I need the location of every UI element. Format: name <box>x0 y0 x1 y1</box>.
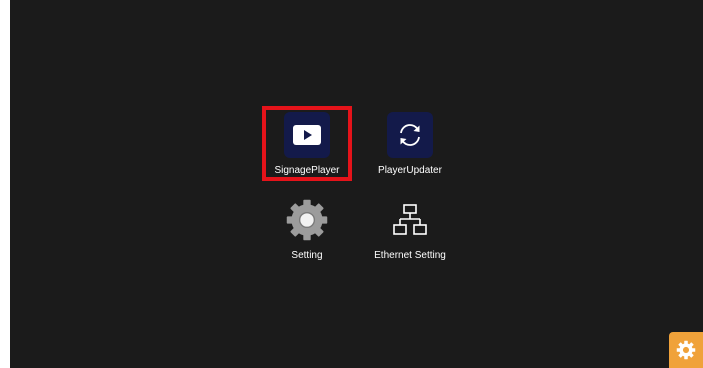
app-label: Ethernet Setting <box>374 250 446 261</box>
signage-player-app-icon <box>284 112 330 158</box>
app-ethernet-setting[interactable]: Ethernet Setting <box>360 197 460 262</box>
settings-fab-button[interactable] <box>669 332 703 368</box>
play-icon <box>293 125 321 145</box>
app-setting[interactable]: Setting <box>257 197 357 262</box>
refresh-icon <box>400 124 420 146</box>
ethernet-setting-app-icon <box>387 197 433 243</box>
player-updater-app-icon <box>387 112 433 158</box>
setting-app-icon <box>284 197 330 243</box>
app-signage-player[interactable]: SignagePlayer <box>257 112 357 177</box>
network-icon <box>393 204 427 235</box>
app-label: Setting <box>291 250 323 261</box>
gear-icon <box>286 199 328 241</box>
app-player-updater[interactable]: PlayerUpdater <box>360 112 460 177</box>
app-label: PlayerUpdater <box>378 165 442 176</box>
app-label: SignagePlayer <box>274 165 340 176</box>
launcher-screen: SignagePlayer PlayerUpdater Setting Ethe… <box>10 0 703 368</box>
gear-icon <box>676 340 696 360</box>
